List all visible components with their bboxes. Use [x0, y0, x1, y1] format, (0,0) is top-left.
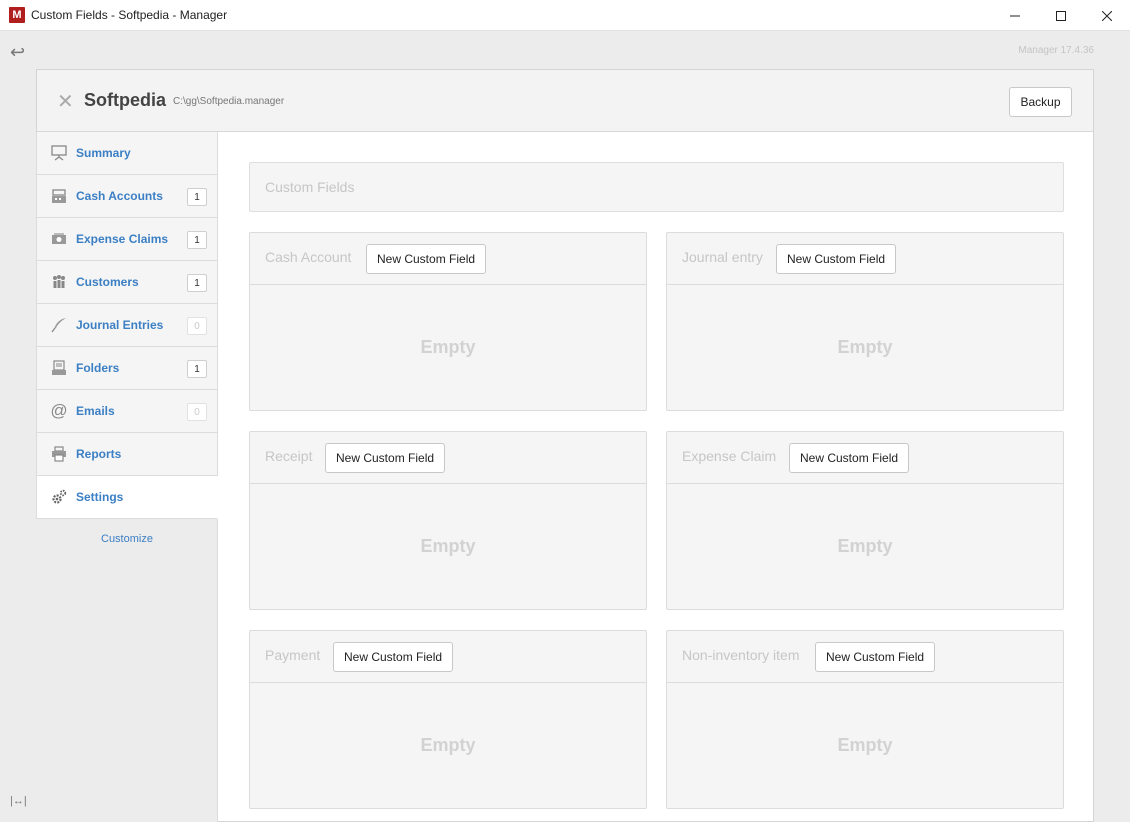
sidebar-item-label: Summary	[76, 146, 131, 160]
sidebar: Summary Cash Accounts 1 Expense Claims 1…	[36, 132, 218, 519]
cash-register-icon	[50, 187, 68, 205]
count-badge: 0	[187, 317, 207, 335]
count-badge: 1	[187, 274, 207, 292]
section-header: Custom Fields	[249, 162, 1064, 212]
custom-field-card-receipt: Receipt New Custom Field Empty	[249, 431, 647, 610]
empty-state: Empty	[837, 536, 893, 556]
printer-icon	[50, 445, 68, 463]
empty-state: Empty	[837, 735, 893, 755]
close-icon	[1102, 10, 1112, 21]
custom-field-card-non-inventory-item: Non-inventory item New Custom Field Empt…	[666, 630, 1064, 809]
back-arrow-icon[interactable]: ↩	[10, 42, 25, 63]
card-title: Payment	[265, 647, 321, 663]
new-custom-field-button[interactable]: New Custom Field	[366, 244, 487, 274]
card-title: Journal entry	[682, 249, 763, 265]
card-title: Expense Claim	[682, 448, 777, 464]
new-custom-field-button[interactable]: New Custom Field	[325, 443, 446, 473]
at-sign-icon: @	[50, 401, 68, 420]
business-name: Softpedia	[84, 90, 167, 110]
sidebar-item-journal-entries[interactable]: Journal Entries 0	[36, 304, 218, 347]
empty-state: Empty	[420, 735, 476, 755]
custom-field-card-payment: Payment New Custom Field Empty	[249, 630, 647, 809]
empty-state: Empty	[420, 337, 476, 357]
version-label: Manager 17.4.36	[1018, 45, 1094, 56]
presentation-icon	[50, 144, 68, 162]
card-header: Payment New Custom Field	[250, 631, 646, 683]
business-header: ✕ Softpedia C:\gg\Softpedia.manager Back…	[37, 70, 1093, 132]
app-logo-icon: M	[9, 7, 25, 23]
sidebar-item-cash-accounts[interactable]: Cash Accounts 1	[36, 175, 218, 218]
sidebar-item-settings[interactable]: Settings	[36, 476, 218, 519]
count-badge: 1	[187, 188, 207, 206]
maximize-button[interactable]	[1038, 0, 1084, 31]
section-title: Custom Fields	[265, 179, 355, 195]
card-title: Cash Account	[265, 249, 352, 265]
card-title: Non-inventory item	[682, 647, 800, 663]
main-panel: ✕ Softpedia C:\gg\Softpedia.manager Back…	[36, 69, 1094, 822]
backup-button[interactable]: Backup	[1009, 87, 1072, 117]
custom-field-card-expense-claim: Expense Claim New Custom Field Empty	[666, 431, 1064, 610]
sidebar-item-summary[interactable]: Summary	[36, 132, 218, 175]
empty-state: Empty	[420, 536, 476, 556]
business-path: C:\gg\Softpedia.manager	[173, 96, 285, 107]
custom-field-card-cash-account: Cash Account New Custom Field Empty	[249, 232, 647, 411]
folder-stack-icon	[50, 359, 68, 377]
sidebar-item-customers[interactable]: Customers 1	[36, 261, 218, 304]
window-controls	[992, 0, 1130, 31]
close-window-button[interactable]	[1084, 0, 1130, 31]
people-icon	[50, 273, 68, 291]
sidebar-item-emails[interactable]: @ Emails 0	[36, 390, 218, 433]
new-custom-field-button[interactable]: New Custom Field	[789, 443, 910, 473]
content-area: Custom Fields Cash Account New Custom Fi…	[219, 132, 1093, 821]
new-custom-field-button[interactable]: New Custom Field	[333, 642, 454, 672]
new-custom-field-button[interactable]: New Custom Field	[815, 642, 936, 672]
minimize-button[interactable]	[992, 0, 1038, 31]
count-badge: 0	[187, 403, 207, 421]
sidebar-item-label: Cash Accounts	[76, 189, 163, 203]
minimize-icon	[1010, 15, 1020, 16]
sidebar-item-label: Expense Claims	[76, 232, 169, 246]
sidebar-item-folders[interactable]: Folders 1	[36, 347, 218, 390]
window-title: Custom Fields - Softpedia - Manager	[31, 8, 228, 22]
sidebar-item-label: Journal Entries	[76, 318, 164, 332]
sidebar-item-label: Reports	[76, 447, 122, 461]
new-custom-field-button[interactable]: New Custom Field	[776, 244, 897, 274]
money-icon	[50, 230, 68, 248]
width-toggle-icon[interactable]: |↔|	[10, 795, 27, 807]
empty-state: Empty	[837, 337, 893, 357]
card-header: Non-inventory item New Custom Field	[667, 631, 1063, 683]
maximize-icon	[1056, 10, 1066, 21]
sidebar-item-expense-claims[interactable]: Expense Claims 1	[36, 218, 218, 261]
card-header: Expense Claim New Custom Field	[667, 432, 1063, 484]
custom-field-card-journal-entry: Journal entry New Custom Field Empty	[666, 232, 1064, 411]
card-header: Receipt New Custom Field	[250, 432, 646, 484]
card-header: Journal entry New Custom Field	[667, 233, 1063, 285]
customize-link[interactable]: Customize	[101, 533, 153, 545]
title-bar: M Custom Fields - Softpedia - Manager	[0, 0, 1130, 31]
sidebar-item-label: Customers	[76, 275, 139, 289]
sidebar-item-reports[interactable]: Reports	[36, 433, 218, 476]
card-title: Receipt	[265, 448, 313, 464]
quill-icon	[50, 316, 68, 334]
card-header: Cash Account New Custom Field	[250, 233, 646, 285]
sidebar-item-label: Emails	[76, 404, 115, 418]
gears-icon	[50, 488, 68, 506]
count-badge: 1	[187, 360, 207, 378]
sidebar-item-label: Settings	[76, 490, 124, 504]
count-badge: 1	[187, 231, 207, 249]
sidebar-item-label: Folders	[76, 361, 120, 375]
close-business-icon[interactable]: ✕	[57, 92, 74, 112]
